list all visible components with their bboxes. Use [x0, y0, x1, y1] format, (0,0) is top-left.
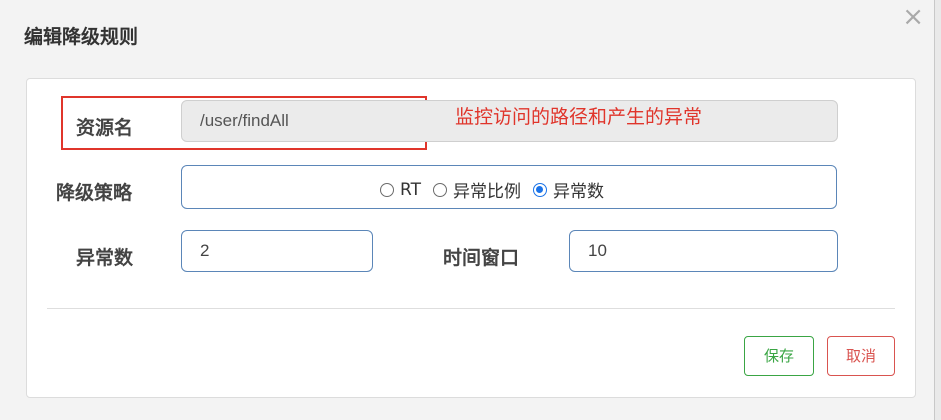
strategy-radio-group: RT 异常比例 异常数: [181, 165, 837, 209]
strategy-label: 降级策略: [56, 182, 133, 204]
radio-exception-ratio[interactable]: 异常比例: [432, 177, 521, 202]
time-window-label: 时间窗口: [443, 247, 520, 269]
radio-exception-count[interactable]: 异常数: [532, 177, 604, 202]
close-icon[interactable]: ×: [902, 4, 924, 30]
resource-label: 资源名: [76, 117, 134, 139]
exception-count-label: 异常数: [76, 247, 134, 269]
save-button[interactable]: 保存: [744, 336, 814, 376]
edit-degrade-rule-dialog: 编辑降级规则 × 资源名 /user/findAll 监控访问的路径和产生的异常…: [0, 0, 935, 420]
radio-exception-ratio-label: 异常比例: [452, 182, 521, 202]
time-window-input[interactable]: 10: [569, 230, 838, 272]
annotation-text: 监控访问的路径和产生的异常: [455, 106, 703, 128]
radio-rt-circle[interactable]: [380, 182, 394, 197]
dialog-title: 编辑降级规则: [24, 26, 139, 48]
cancel-button[interactable]: 取消: [827, 336, 895, 376]
divider: [47, 308, 895, 309]
radio-exception-count-circle[interactable]: [532, 182, 547, 197]
radio-exception-ratio-circle[interactable]: [432, 182, 447, 197]
radio-exception-count-label: 异常数: [552, 182, 604, 202]
radio-rt[interactable]: RT: [380, 180, 421, 200]
exception-count-input[interactable]: 2: [181, 230, 373, 272]
radio-rt-label: RT: [400, 179, 421, 200]
form-panel: 资源名 /user/findAll 监控访问的路径和产生的异常 降级策略 RT …: [26, 78, 916, 398]
